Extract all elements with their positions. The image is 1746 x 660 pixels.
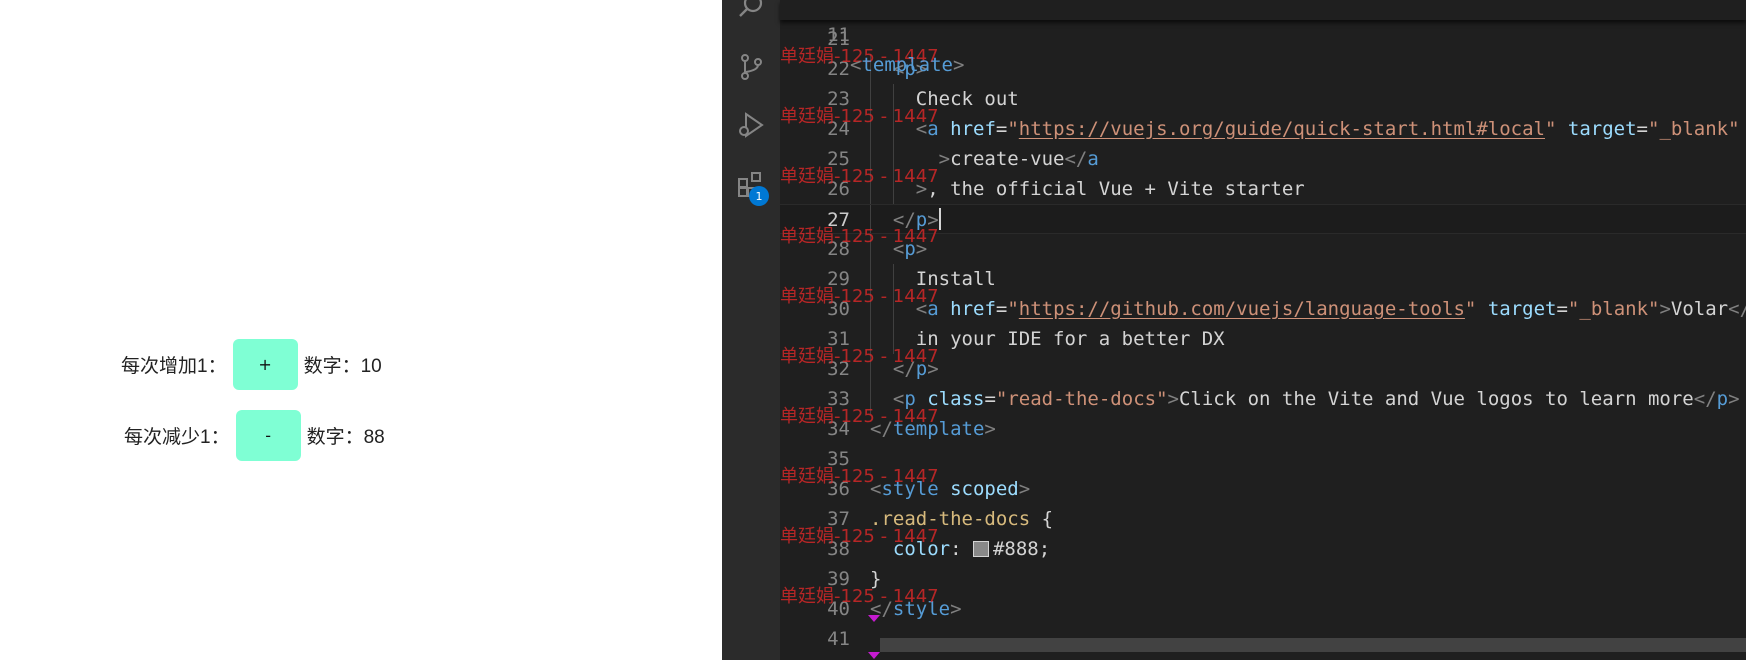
line-number: 39: [827, 568, 850, 590]
line-number: 25: [827, 148, 850, 170]
code-line[interactable]: 32 </p> 单廷娟-125 - 1447: [780, 346, 1746, 384]
code-line[interactable]: 30 <a href="https://github.com/vuejs/lan…: [780, 286, 1746, 324]
code-line[interactable]: 40 </style> 单廷娟-125 - 1447: [780, 586, 1746, 624]
code-line[interactable]: 23 Check out: [780, 84, 1746, 114]
line-number: 40: [827, 598, 850, 620]
line-code: >create-vue</a: [938, 148, 1099, 170]
line-number: 36: [827, 478, 850, 500]
code-line[interactable]: 38 color: #888; 单廷娟-125 - 1447: [780, 526, 1746, 564]
line-number: 30: [827, 298, 850, 320]
code-line[interactable]: 31 in your IDE for a better DX: [780, 324, 1746, 354]
code-line[interactable]: 35: [780, 444, 1746, 474]
line-code: <p>: [892, 238, 928, 260]
increment-label: 每次增加1：: [121, 356, 227, 377]
sticky-line-text: <template>: [850, 54, 965, 76]
line-code: <style scoped>: [870, 478, 1031, 500]
code-line[interactable]: 37 .read-the-docs {: [780, 504, 1746, 534]
code-line[interactable]: 27 </p>: [780, 204, 1746, 234]
line-number: 38: [827, 538, 850, 560]
increment-row: 每次增加1： + 数字：10: [121, 339, 382, 390]
line-number: 24: [827, 118, 850, 140]
search-icon[interactable]: [736, 0, 766, 22]
line-code: <p class="read-the-docs">Click on the Vi…: [892, 388, 1740, 410]
sticky-scroll-header[interactable]: 11 <template>: [780, 0, 1746, 76]
code-line[interactable]: 24 <a href="https://vuejs.org/guide/quic…: [780, 106, 1746, 144]
code-line[interactable]: 29 Install: [780, 264, 1746, 294]
line-number: 32: [827, 358, 850, 380]
line-code: <a href="https://vuejs.org/guide/quick-s…: [915, 118, 1740, 140]
code-area[interactable]: 11 <template> 21 22 <p> 单廷娟-125 - 1447 23 C…: [780, 0, 1746, 660]
line-code: color: #888;: [892, 538, 1051, 560]
line-number: 27: [827, 209, 850, 231]
line-code: </style>: [870, 598, 962, 620]
color-swatch[interactable]: [972, 541, 989, 557]
horizontal-scrollbar[interactable]: [880, 638, 1746, 652]
decrement-row: 每次减少1： - 数字：88: [124, 410, 385, 461]
line-number: 28: [827, 238, 850, 260]
line-code: >, the official Vue + Vite starter: [915, 178, 1305, 200]
source-control-icon[interactable]: [736, 52, 766, 82]
line-code: <a href="https://github.com/vuejs/langua…: [915, 298, 1746, 320]
run-debug-icon[interactable]: [736, 110, 766, 140]
line-number: 37: [827, 508, 850, 530]
code-line[interactable]: 25 >create-vue</a: [780, 144, 1746, 174]
increment-value: 数字：10: [303, 356, 382, 377]
extensions-badge: 1: [749, 186, 769, 206]
line-number: 41: [827, 628, 850, 650]
code-line[interactable]: 36 <style scoped> 单廷娟-125 - 1447: [780, 466, 1746, 504]
code-line[interactable]: 34 </template> 单廷娟-125 - 1447: [780, 406, 1746, 444]
line-code: </p>: [892, 208, 941, 231]
diff-marker: [868, 652, 880, 659]
code-line[interactable]: 28 <p> 单廷娟-125 - 1447: [780, 226, 1746, 264]
code-line[interactable]: 26 >, the official Vue + Vite starter 单廷娟…: [780, 166, 1746, 204]
line-code: .read-the-docs {: [870, 508, 1054, 530]
browser-preview: 每次增加1： + 数字：10 每次减少1： - 数字：88: [0, 0, 722, 660]
line-code: Check out: [870, 88, 1019, 110]
text-cursor: [938, 208, 941, 230]
line-number: 29: [827, 268, 850, 290]
sticky-line-number: 11: [827, 24, 850, 46]
diff-marker: [868, 615, 880, 622]
code-editor: 1 11 <template> 21 22 <p> 单廷娟-125 - 1447 23…: [722, 0, 1746, 660]
line-code: </p>: [892, 358, 939, 380]
line-number: 31: [827, 328, 850, 350]
code-line[interactable]: 33 <p class="read-the-docs">Click on the…: [780, 384, 1746, 414]
activity-bar: 1: [722, 0, 780, 660]
line-number: 33: [827, 388, 850, 410]
line-code: in your IDE for a better DX: [870, 328, 1225, 350]
decrement-label: 每次减少1：: [124, 427, 230, 448]
line-code: Install: [870, 268, 996, 290]
code-line[interactable]: 39}: [780, 564, 1746, 594]
line-number: 34: [827, 418, 850, 440]
line-code: </template>: [870, 418, 996, 440]
line-number: 35: [827, 448, 850, 470]
line-code: }: [870, 568, 882, 590]
decrement-button[interactable]: -: [235, 410, 301, 461]
increment-button[interactable]: +: [232, 339, 298, 390]
decrement-value: 数字：88: [306, 427, 385, 448]
line-number: 26: [827, 178, 850, 200]
